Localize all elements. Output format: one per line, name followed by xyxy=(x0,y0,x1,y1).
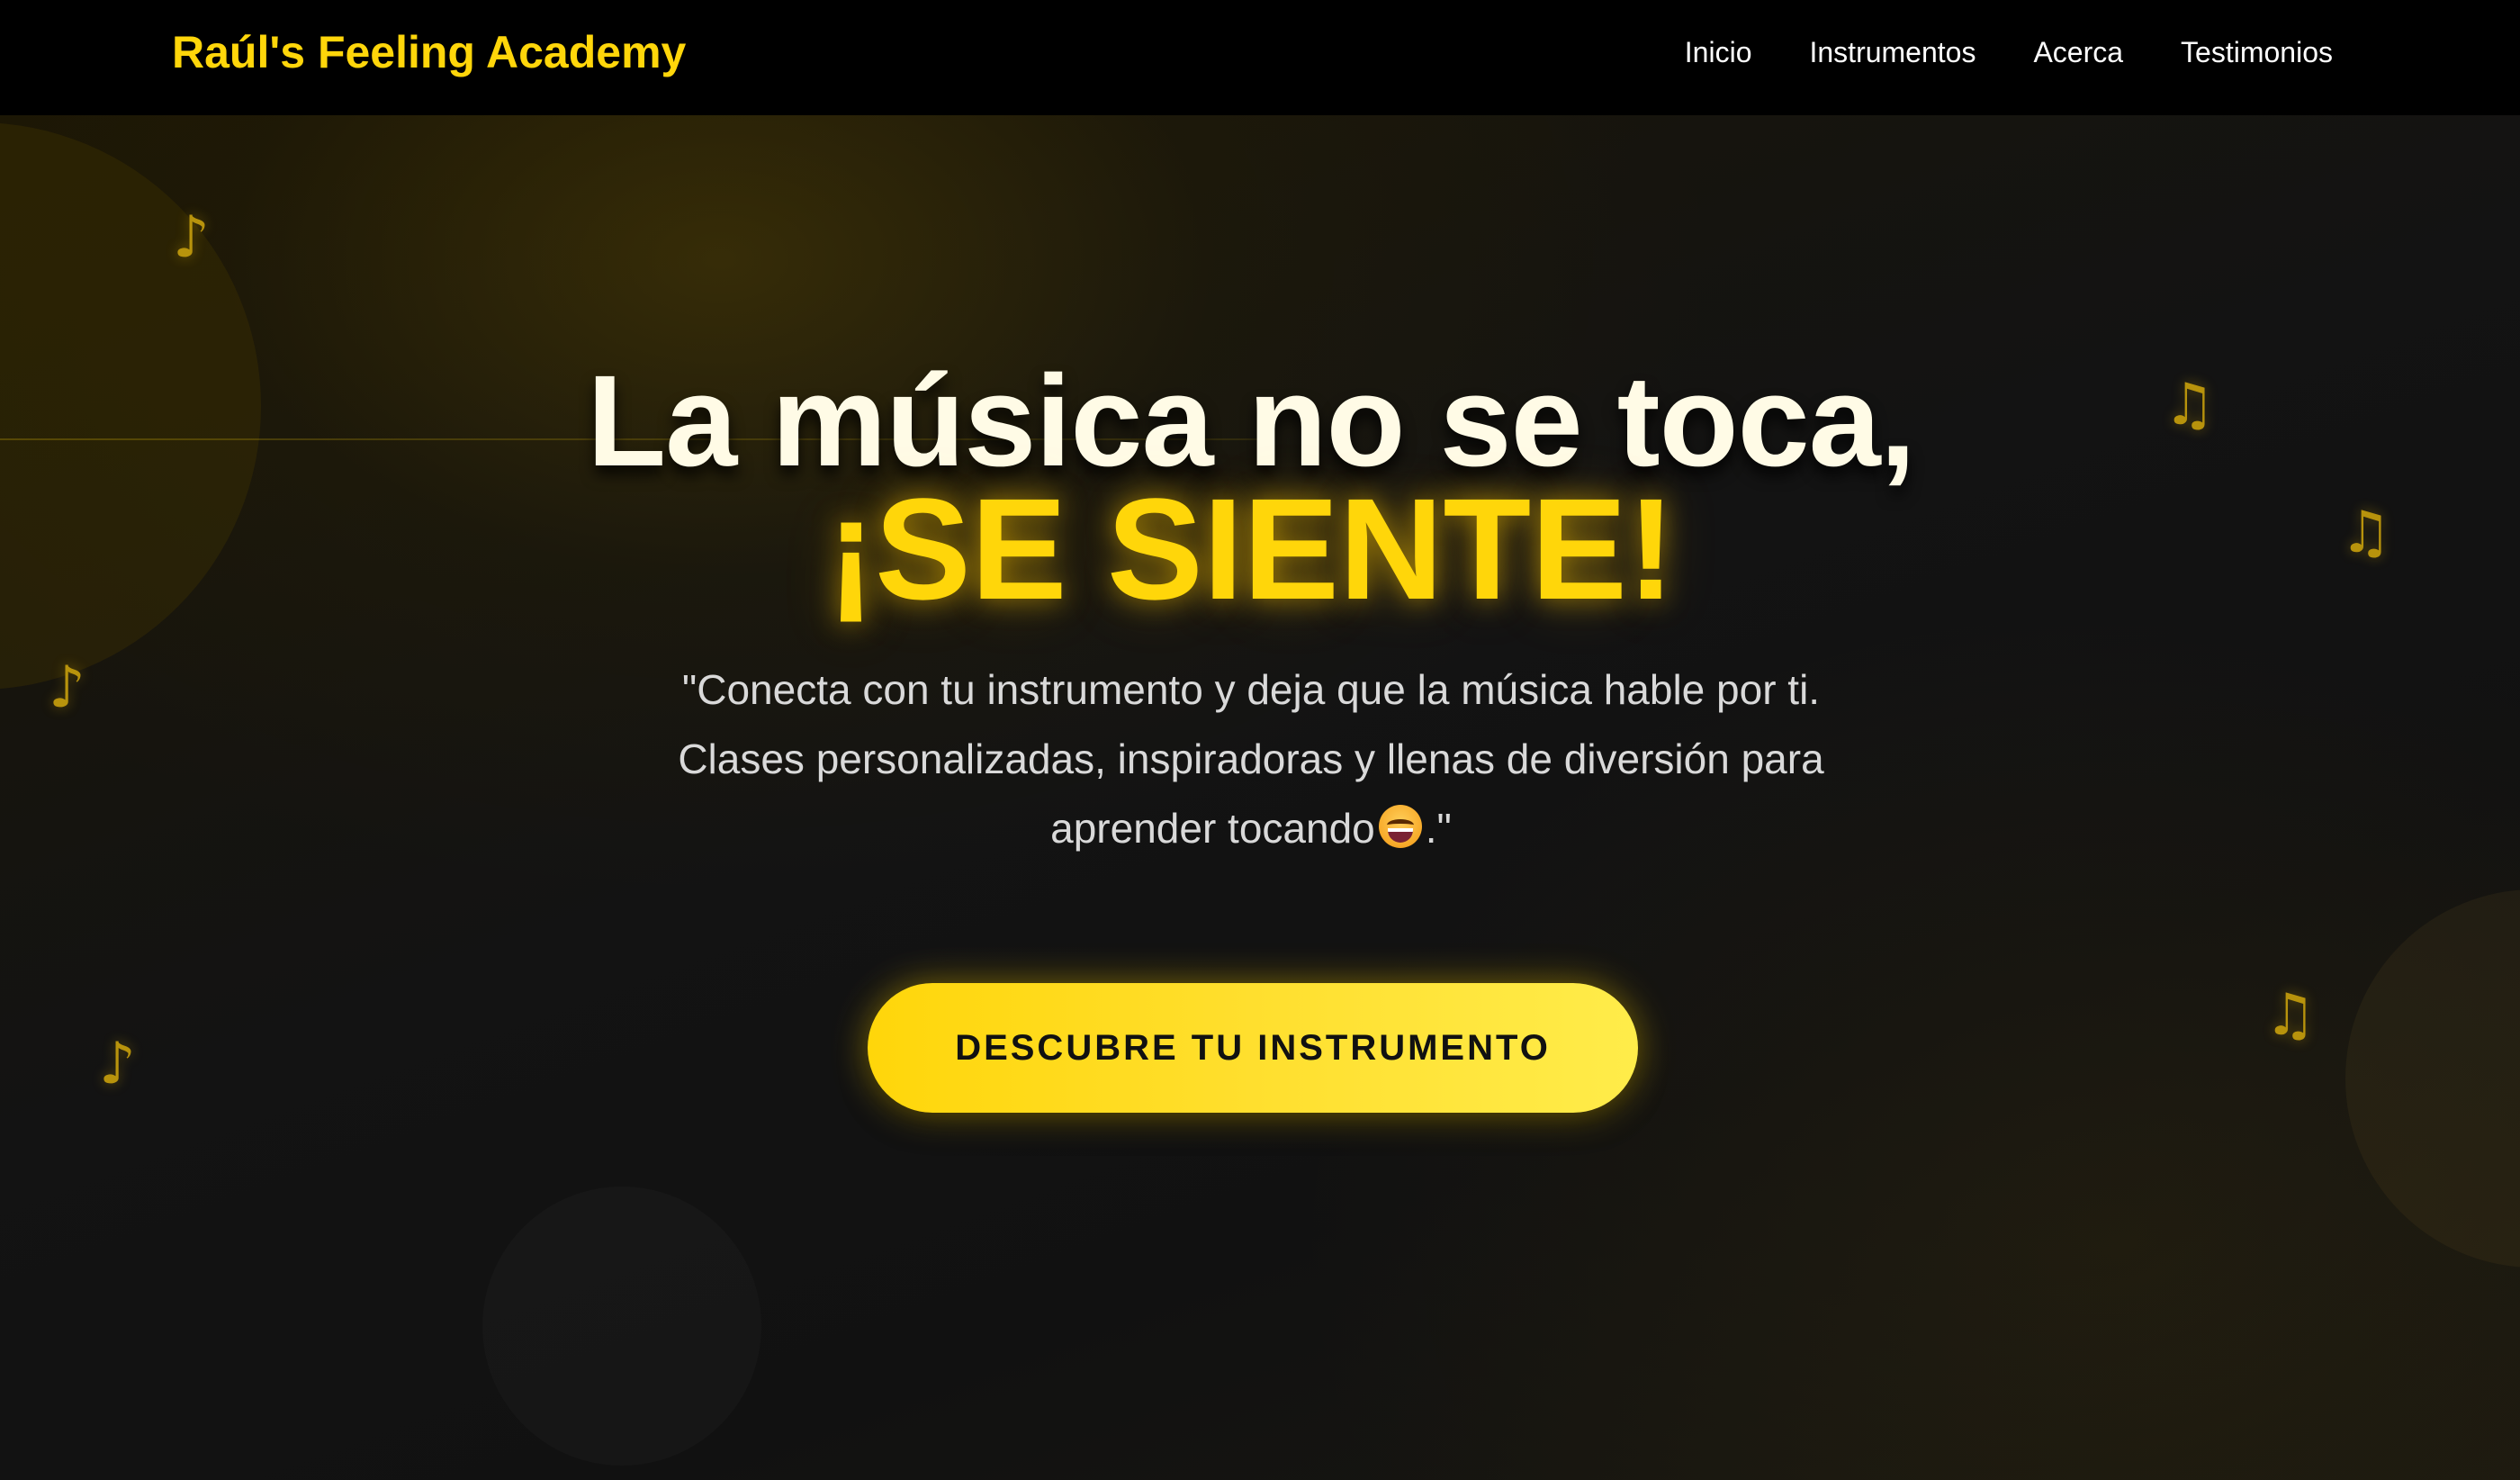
nav-link-inicio[interactable]: Inicio xyxy=(1685,34,1752,70)
nav-link-testimonios[interactable]: Testimonios xyxy=(2181,34,2333,70)
decorative-circle xyxy=(2345,889,2520,1268)
page: Raúl's Feeling Academy Inicio Instrument… xyxy=(0,0,2520,1480)
nav-link-acerca[interactable]: Acerca xyxy=(2033,34,2123,70)
nav-menu: Inicio Instrumentos Acerca Testimonios xyxy=(1685,34,2333,70)
hero-title-highlight: ¡SE SIENTE! xyxy=(826,468,1676,629)
grinning-face-icon xyxy=(1378,805,1422,848)
hero-subtitle-end: ." xyxy=(1425,805,1452,852)
hero-subtitle-text: "Conecta con tu instrumento y deja que l… xyxy=(678,666,1824,852)
hero-subtitle: "Conecta con tu instrumento y deja que l… xyxy=(621,655,1881,863)
hero-section: ♪ ♫ ♫ ♪ ♫ ♪ La música no se toca, ¡SE SI… xyxy=(0,115,2520,1480)
decorative-circle xyxy=(482,1187,761,1466)
nav-link-instrumentos[interactable]: Instrumentos xyxy=(1809,34,1976,70)
music-note-icon: ♪ xyxy=(99,1031,136,1097)
hero-title: La música no se toca, xyxy=(587,348,1916,493)
navbar: Raúl's Feeling Academy Inicio Instrument… xyxy=(0,0,2520,115)
brand-logo[interactable]: Raúl's Feeling Academy xyxy=(172,27,686,79)
music-note-icon: ♪ xyxy=(49,654,86,721)
discover-instrument-button[interactable]: DESCUBRE TU INSTRUMENTO xyxy=(868,983,1638,1113)
music-notes-icon: ♫ xyxy=(2264,982,2317,1049)
music-note-icon: ♪ xyxy=(173,204,210,271)
